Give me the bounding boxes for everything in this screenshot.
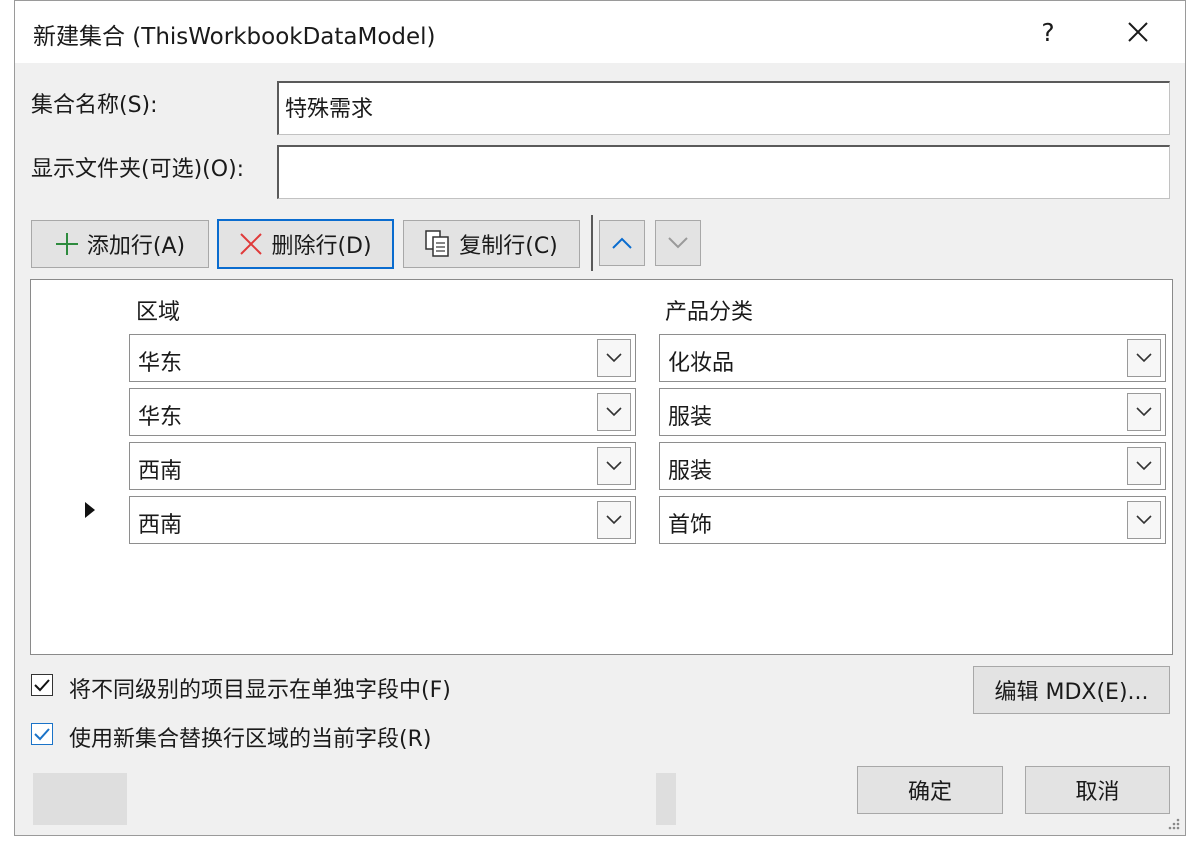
chevron-down-icon (606, 407, 622, 417)
check-icon (34, 679, 50, 692)
add-row-label: 添加行(A) (86, 234, 186, 259)
category-select[interactable]: 首饰 (659, 496, 1166, 544)
dropdown-button[interactable] (597, 339, 631, 377)
current-row-indicator-icon (85, 502, 95, 518)
ok-button[interactable]: 确定 (857, 766, 1003, 814)
close-icon (1128, 22, 1148, 42)
copy-icon (425, 230, 451, 258)
copy-row-button[interactable]: 复制行(C) (403, 220, 580, 268)
separate-fields-label[interactable]: 将不同级别的项目显示在单独字段中(F) (69, 672, 451, 704)
set-name-label: 集合名称(S): (31, 93, 158, 118)
region-value: 华东 (138, 405, 183, 430)
region-value: 华东 (138, 351, 183, 376)
help-button[interactable]: ? (1023, 11, 1073, 53)
category-value: 化妆品 (668, 351, 735, 376)
chevron-down-icon (1136, 461, 1152, 471)
delete-row-label: 删除行(D) (271, 234, 372, 259)
current-row-selector[interactable] (33, 773, 127, 825)
display-folder-label: 显示文件夹(可选)(O): (31, 157, 245, 182)
column-header-category: 产品分类 (665, 300, 754, 325)
dropdown-button[interactable] (597, 501, 631, 539)
chevron-down-icon (1136, 515, 1152, 525)
new-set-dialog: 新建集合 (ThisWorkbookDataModel) ? 集合名称(S): … (14, 0, 1186, 836)
toolbar-separator (591, 215, 593, 271)
check-icon (34, 728, 50, 741)
dropdown-button[interactable] (597, 447, 631, 485)
display-folder-input[interactable] (277, 145, 1170, 199)
move-up-button[interactable] (599, 220, 645, 266)
title-bar: 新建集合 (ThisWorkbookDataModel) ? (15, 1, 1185, 63)
region-value: 西南 (138, 459, 183, 484)
chevron-down-icon (1136, 407, 1152, 417)
chevron-down-icon (606, 353, 622, 363)
chevron-down-icon (606, 461, 622, 471)
dropdown-button[interactable] (1127, 501, 1161, 539)
dropdown-button[interactable] (1127, 393, 1161, 431)
category-select[interactable]: 化妆品 (659, 334, 1166, 382)
delete-x-icon (239, 232, 263, 256)
category-value: 服装 (668, 459, 713, 484)
chevron-down-icon (606, 515, 622, 525)
region-select[interactable]: 华东 (129, 388, 636, 436)
region-select[interactable]: 华东 (129, 334, 636, 382)
chevron-down-icon (1136, 353, 1152, 363)
move-down-button[interactable] (655, 220, 701, 266)
column-header-region: 区域 (136, 300, 181, 325)
chevron-up-icon (612, 237, 632, 249)
resize-grip-icon[interactable] (1165, 815, 1181, 831)
cancel-button[interactable]: 取消 (1025, 766, 1170, 814)
plus-icon (55, 232, 79, 256)
replace-fields-label[interactable]: 使用新集合替换行区域的当前字段(R) (69, 721, 431, 753)
region-select[interactable]: 西南 (129, 442, 636, 490)
dialog-title: 新建集合 (ThisWorkbookDataModel) (33, 24, 436, 50)
chevron-down-icon (668, 237, 688, 249)
category-select[interactable]: 服装 (659, 388, 1166, 436)
region-select[interactable]: 西南 (129, 496, 636, 544)
category-value: 首饰 (668, 513, 713, 538)
replace-fields-checkbox[interactable] (31, 723, 53, 745)
set-name-input[interactable]: 特殊需求 (277, 81, 1170, 135)
category-select[interactable]: 服装 (659, 442, 1166, 490)
close-button[interactable] (1113, 11, 1163, 53)
separate-fields-checkbox[interactable] (31, 674, 53, 696)
edit-mdx-button[interactable]: 编辑 MDX(E)... (973, 666, 1170, 714)
category-value: 服装 (668, 405, 713, 430)
copy-row-label: 复制行(C) (459, 234, 558, 259)
dropdown-button[interactable] (1127, 339, 1161, 377)
add-row-button[interactable]: 添加行(A) (31, 220, 209, 268)
set-rows-grid: 区域 产品分类 华东 化妆品 华东 服装 西南 服装 西南 首饰 (30, 279, 1173, 825)
region-value: 西南 (138, 513, 183, 538)
dropdown-button[interactable] (1127, 447, 1161, 485)
delete-row-button[interactable]: 删除行(D) (217, 219, 394, 269)
current-row-band (656, 773, 676, 825)
dropdown-button[interactable] (597, 393, 631, 431)
